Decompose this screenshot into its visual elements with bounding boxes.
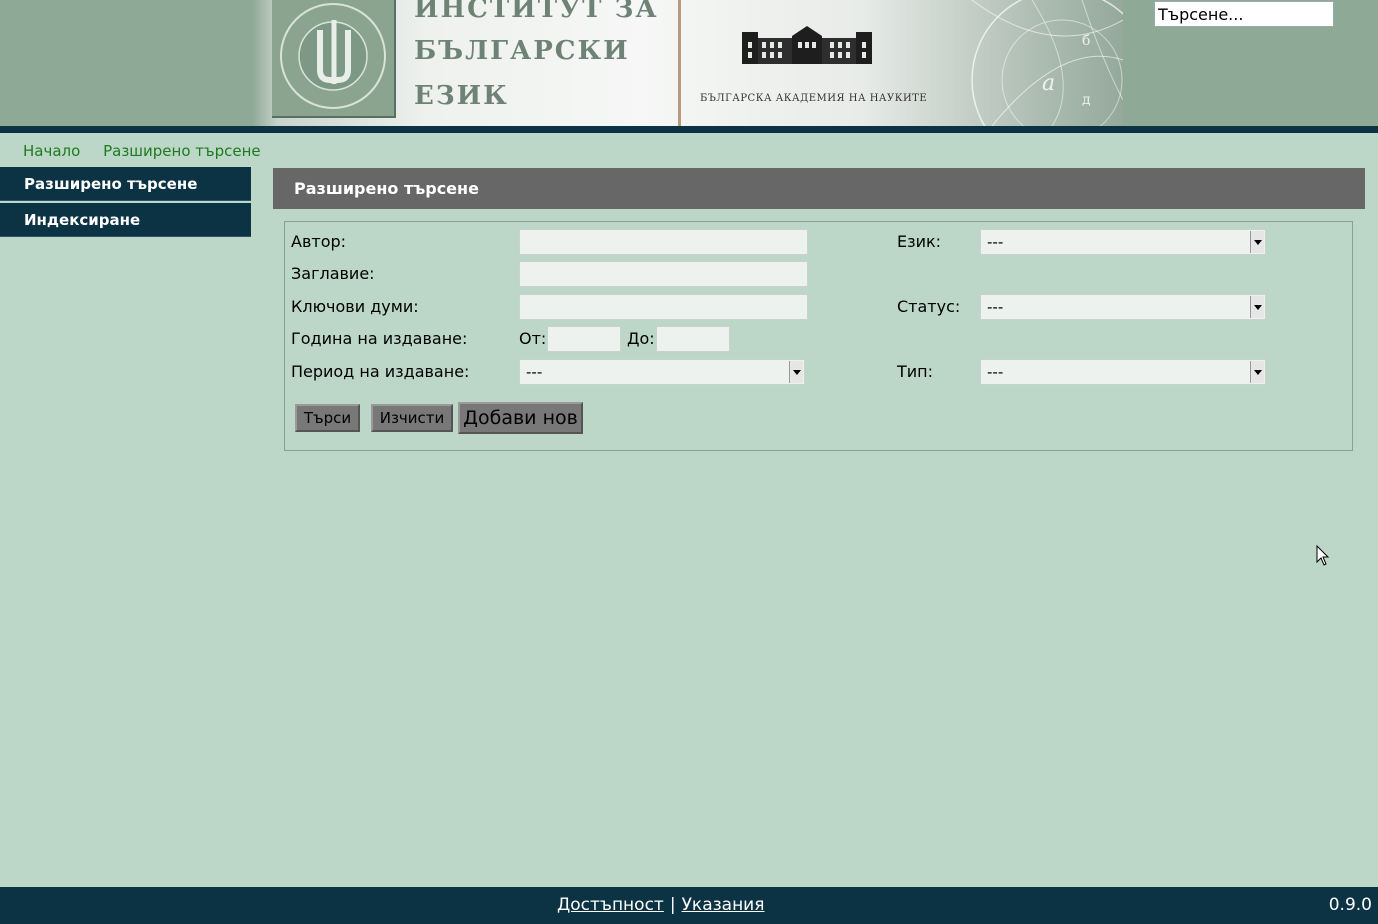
period-label: Период на издаване: — [291, 362, 470, 381]
academy-building-icon — [742, 24, 872, 72]
institute-name-line-3: ЕЗИК — [414, 81, 509, 111]
academy-name: БЪЛГАРСКА АКАДЕМИЯ НА НАУКИТЕ — [700, 93, 928, 104]
clear-button[interactable]: Изчисти — [371, 404, 453, 432]
header-divider-bar — [0, 126, 1378, 133]
type-select-value: --- — [987, 363, 1004, 381]
globe-decoration-icon: а б д — [932, 0, 1123, 126]
sidebar: Разширено търсене Индексиране — [0, 167, 251, 239]
header-banner: ИНСТИТУТ ЗА БЪЛГАРСКИ ЕЗИК БЪЛГАРСКА АКА… — [252, 0, 1123, 126]
language-label: Език: — [897, 232, 942, 251]
title-label: Заглавие: — [291, 264, 375, 283]
institute-name-line-1: ИНСТИТУТ ЗА — [414, 0, 659, 24]
site-header: ИНСТИТУТ ЗА БЪЛГАРСКИ ЕЗИК БЪЛГАРСКА АКА… — [0, 0, 1378, 126]
svg-text:д: д — [1082, 92, 1091, 108]
institute-logo — [272, 0, 396, 118]
status-select-value: --- — [987, 298, 1004, 316]
add-new-button[interactable]: Добави нов — [458, 402, 583, 434]
search-button[interactable]: Търси — [295, 404, 360, 432]
type-select[interactable]: --- — [980, 359, 1266, 385]
language-select-value: --- — [987, 233, 1004, 251]
year-to-label: До: — [627, 329, 655, 348]
site-search-input[interactable] — [1154, 1, 1334, 27]
year-from-field[interactable] — [547, 326, 621, 352]
footer-separator: | — [669, 895, 676, 915]
footer-links: Достъпност | Указания — [557, 895, 764, 915]
language-select[interactable]: --- — [980, 229, 1266, 255]
advanced-search-form: Автор: Заглавие: Ключови думи: Година на… — [284, 221, 1353, 451]
banner-divider — [678, 0, 681, 126]
year-from-label: От: — [519, 329, 547, 348]
chevron-down-icon[interactable] — [1250, 231, 1264, 253]
chevron-down-icon[interactable] — [789, 361, 803, 383]
sidebar-item-indexing[interactable]: Индексиране — [0, 203, 251, 237]
breadcrumb-home-link[interactable]: Начало — [23, 142, 80, 160]
year-to-field[interactable] — [656, 326, 730, 352]
status-label: Статус: — [897, 297, 961, 316]
period-select-value: --- — [526, 363, 543, 381]
keywords-label: Ключови думи: — [291, 297, 419, 316]
chevron-down-icon[interactable] — [1250, 296, 1264, 318]
chevron-down-icon[interactable] — [1250, 361, 1264, 383]
breadcrumb-advanced-search-link[interactable]: Разширено търсене — [103, 142, 261, 160]
institute-name-line-2: БЪЛГАРСКИ — [414, 36, 630, 66]
accessibility-link[interactable]: Достъпност — [557, 895, 664, 915]
svg-text:б: б — [1082, 33, 1090, 49]
status-select[interactable]: --- — [980, 294, 1266, 320]
type-label: Тип: — [897, 362, 934, 381]
year-label: Година на издаване: — [291, 329, 468, 348]
title-field[interactable] — [519, 261, 808, 287]
page-title: Разширено търсене — [273, 168, 1365, 209]
sidebar-item-advanced-search[interactable]: Разширено търсене — [0, 167, 251, 201]
keywords-field[interactable] — [519, 294, 808, 320]
breadcrumb: Начало Разширено търсене — [23, 142, 279, 160]
author-field[interactable] — [519, 229, 808, 255]
site-footer: Достъпност | Указания 0.9.0 — [0, 887, 1378, 924]
author-label: Автор: — [291, 232, 347, 251]
mouse-cursor-icon — [1316, 544, 1330, 571]
svg-text:а: а — [1042, 71, 1055, 96]
version-label: 0.9.0 — [1328, 895, 1372, 915]
period-select[interactable]: --- — [519, 359, 805, 385]
instructions-link[interactable]: Указания — [682, 895, 765, 915]
